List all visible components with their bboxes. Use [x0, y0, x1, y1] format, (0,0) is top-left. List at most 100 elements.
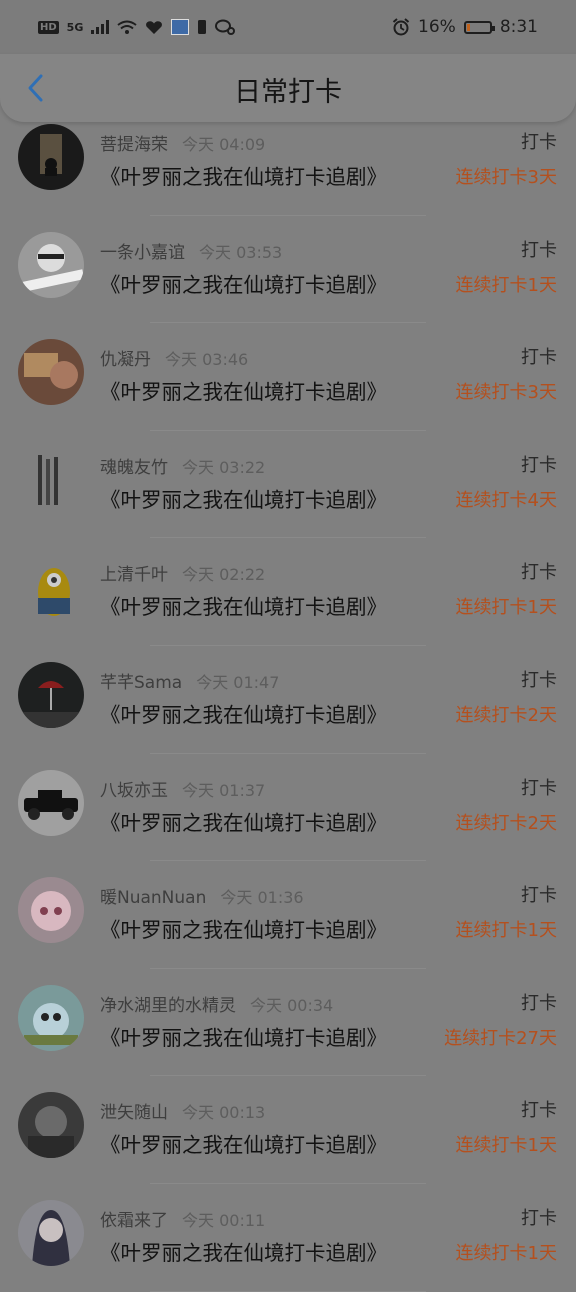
topic-title[interactable]: 《叶罗丽之我在仙境打卡追剧》: [100, 806, 387, 836]
list-item[interactable]: 一条小嘉谊 今天 03:53 《叶罗丽之我在仙境打卡追剧》 打卡 连续打卡1天: [0, 216, 576, 324]
checkin-type-label: 打卡: [521, 347, 557, 369]
user-name-line: 依霜来了 今天 00:11: [100, 1206, 265, 1231]
user-name-line: 芊芊Sama 今天 01:47: [100, 668, 279, 693]
user-name-line: 净水湖里的水精灵 今天 00:34: [100, 991, 333, 1016]
list-item[interactable]: 芊芊Sama 今天 01:47 《叶罗丽之我在仙境打卡追剧》 打卡 连续打卡2天: [0, 646, 576, 754]
streak-label: 连续打卡2天: [455, 812, 557, 834]
clock: 8:31: [499, 17, 538, 37]
user-name-line: 魂魄友竹 今天 03:22: [100, 453, 265, 478]
sim-card-icon: [171, 19, 190, 35]
avatar[interactable]: [18, 231, 84, 298]
list-item[interactable]: 暖NuanNuan 今天 01:36 《叶罗丽之我在仙境打卡追剧》 打卡 连续打卡…: [0, 861, 576, 969]
user-name[interactable]: 上清千叶: [100, 565, 168, 585]
avatar[interactable]: [18, 1199, 84, 1266]
user-name-line: 暖NuanNuan 今天 01:36: [100, 883, 304, 908]
checkin-type-label: 打卡: [521, 1207, 557, 1229]
avatar[interactable]: [18, 446, 84, 513]
checkin-type-label: 打卡: [521, 454, 557, 476]
topic-title[interactable]: 《叶罗丽之我在仙境打卡追剧》: [100, 268, 387, 298]
user-name[interactable]: 菩提海荣: [100, 135, 168, 155]
checkin-time: 今天 01:37: [182, 780, 266, 800]
list-item[interactable]: 菩提海荣 今天 04:09 《叶罗丽之我在仙境打卡追剧》 打卡 连续打卡3天: [0, 108, 576, 216]
list-item[interactable]: 依霜来了 今天 00:11 《叶罗丽之我在仙境打卡追剧》 打卡 连续打卡1天: [0, 1184, 576, 1292]
streak-label: 连续打卡3天: [455, 382, 557, 404]
page-title: 日常打卡: [234, 77, 342, 108]
topic-title[interactable]: 《叶罗丽之我在仙境打卡追剧》: [100, 698, 387, 728]
streak-label: 连续打卡1天: [455, 1242, 557, 1264]
status-bar: HD 5G 16% 8:31: [0, 0, 576, 54]
user-name-line: 泄矢随山 今天 00:13: [100, 1098, 265, 1123]
user-name[interactable]: 暖NuanNuan: [100, 888, 206, 908]
avatar[interactable]: [18, 554, 84, 621]
list-item[interactable]: 八坂亦玉 今天 01:37 《叶罗丽之我在仙境打卡追剧》 打卡 连续打卡2天: [0, 754, 576, 862]
topic-title[interactable]: 《叶罗丽之我在仙境打卡追剧》: [100, 1236, 387, 1266]
divider: [150, 1290, 426, 1292]
topic-title[interactable]: 《叶罗丽之我在仙境打卡追剧》: [100, 913, 387, 943]
checkin-type-label: 打卡: [521, 1100, 557, 1122]
topic-title[interactable]: 《叶罗丽之我在仙境打卡追剧》: [100, 483, 387, 513]
checkin-type-label: 打卡: [521, 777, 557, 799]
user-name[interactable]: 八坂亦玉: [100, 781, 168, 801]
status-bar-left: HD 5G: [38, 19, 236, 35]
checkin-time: 今天 00:13: [182, 1103, 266, 1123]
alarm-icon: [392, 18, 410, 36]
checkin-time: 今天 03:46: [165, 350, 249, 370]
heart-icon: [146, 20, 163, 34]
checkin-time: 今天 04:09: [182, 135, 266, 154]
checkin-type-label: 打卡: [521, 562, 557, 584]
chat-icon: [215, 19, 236, 35]
status-bar-right: 16% 8:31: [392, 17, 538, 37]
streak-label: 连续打卡2天: [455, 704, 557, 726]
checkin-type-label: 打卡: [521, 132, 557, 153]
topic-title[interactable]: 《叶罗丽之我在仙境打卡追剧》: [100, 160, 387, 190]
user-name[interactable]: 依霜来了: [100, 1211, 168, 1231]
wifi-icon: [117, 20, 137, 34]
streak-label: 连续打卡4天: [455, 489, 557, 511]
checkin-time: 今天 00:34: [250, 995, 334, 1015]
topic-title[interactable]: 《叶罗丽之我在仙境打卡追剧》: [100, 1021, 387, 1051]
checkin-time: 今天 03:22: [182, 457, 266, 477]
user-name[interactable]: 泄矢随山: [100, 1103, 168, 1123]
avatar[interactable]: [18, 124, 84, 190]
streak-label: 连续打卡3天: [455, 167, 557, 188]
user-name-line: 一条小嘉谊 今天 03:53: [100, 238, 282, 263]
checkin-list: 菩提海荣 今天 04:09 《叶罗丽之我在仙境打卡追剧》 打卡 连续打卡3天 一条…: [0, 108, 576, 1292]
checkin-type-label: 打卡: [521, 669, 557, 691]
user-name[interactable]: 魂魄友竹: [100, 458, 168, 478]
list-item[interactable]: 净水湖里的水精灵 今天 00:34 《叶罗丽之我在仙境打卡追剧》 打卡 连续打卡2…: [0, 969, 576, 1077]
avatar[interactable]: [18, 1092, 84, 1159]
checkin-time: 今天 01:36: [220, 888, 304, 908]
checkin-time: 今天 03:53: [199, 242, 283, 262]
topic-title[interactable]: 《叶罗丽之我在仙境打卡追剧》: [100, 590, 387, 620]
notification-icon: [198, 20, 207, 34]
streak-label: 连续打卡1天: [455, 1135, 557, 1157]
checkin-type-label: 打卡: [521, 239, 557, 261]
list-item[interactable]: 魂魄友竹 今天 03:22 《叶罗丽之我在仙境打卡追剧》 打卡 连续打卡4天: [0, 431, 576, 539]
avatar[interactable]: [18, 339, 84, 406]
topic-title[interactable]: 《叶罗丽之我在仙境打卡追剧》: [100, 375, 387, 405]
battery-percent: 16%: [418, 17, 456, 37]
avatar[interactable]: [18, 877, 84, 944]
signal-icon: [91, 20, 110, 34]
list-item[interactable]: 仇凝丹 今天 03:46 《叶罗丽之我在仙境打卡追剧》 打卡 连续打卡3天: [0, 323, 576, 431]
user-name-line: 上清千叶 今天 02:22: [100, 560, 265, 585]
streak-label: 连续打卡1天: [455, 920, 557, 942]
hd-indicator: HD: [38, 20, 59, 34]
checkin-time: 今天 00:11: [182, 1210, 266, 1230]
avatar[interactable]: [18, 769, 84, 836]
streak-label: 连续打卡1天: [455, 274, 557, 296]
list-item[interactable]: 泄矢随山 今天 00:13 《叶罗丽之我在仙境打卡追剧》 打卡 连续打卡1天: [0, 1076, 576, 1184]
user-name[interactable]: 芊芊Sama: [100, 673, 182, 693]
checkin-time: 今天 02:22: [182, 565, 266, 585]
avatar[interactable]: [18, 661, 84, 728]
streak-label: 连续打卡27天: [444, 1027, 557, 1049]
user-name[interactable]: 仇凝丹: [100, 350, 151, 370]
list-item[interactable]: 上清千叶 今天 02:22 《叶罗丽之我在仙境打卡追剧》 打卡 连续打卡1天: [0, 538, 576, 646]
avatar[interactable]: [18, 984, 84, 1051]
user-name[interactable]: 一条小嘉谊: [100, 243, 185, 263]
checkin-time: 今天 01:47: [196, 672, 280, 692]
user-name-line: 菩提海荣 今天 04:09: [100, 130, 265, 155]
topic-title[interactable]: 《叶罗丽之我在仙境打卡追剧》: [100, 1128, 387, 1158]
streak-label: 连续打卡1天: [455, 597, 557, 619]
user-name[interactable]: 净水湖里的水精灵: [100, 996, 236, 1016]
